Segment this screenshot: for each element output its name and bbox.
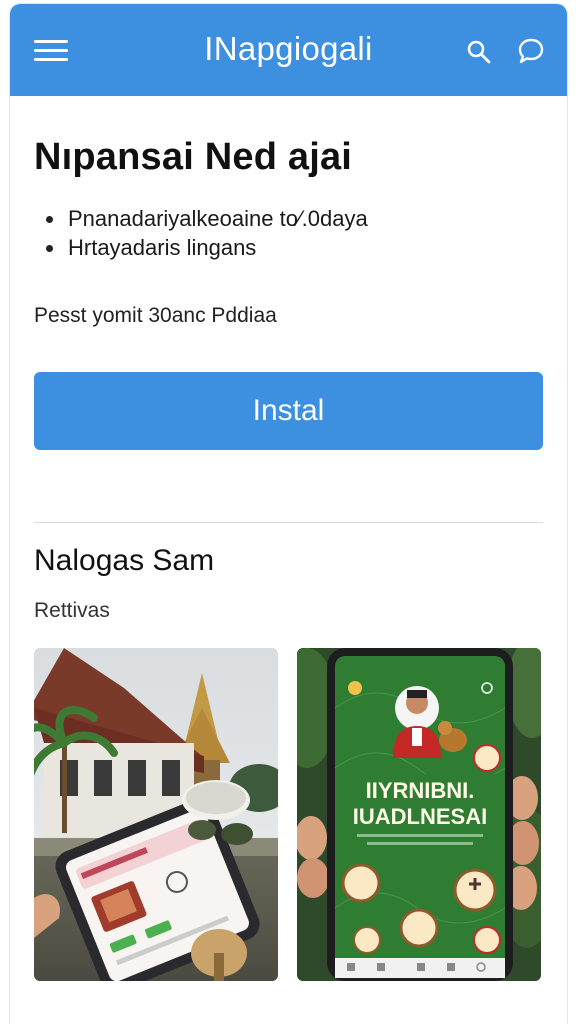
section-subtitle: Rettivas xyxy=(34,599,110,622)
app-phone-image: IIYRNIBNI. IUADLNESAI xyxy=(297,648,541,981)
phone-title-line2: IUADLNESAI xyxy=(353,804,487,829)
feature-item: Hrtayadaris lingans xyxy=(46,233,368,262)
phone-title-line1: IIYRNIBNI. xyxy=(366,778,475,803)
app-subline: Pesst yomit 30anc Pddiaa xyxy=(34,304,277,327)
screenshot-card-app[interactable]: IIYRNIBNI. IUADLNESAI xyxy=(297,648,541,981)
app-window: INapgiogali Nıpansai Ned ajai Pnanadariy… xyxy=(10,4,567,1024)
section-divider xyxy=(34,522,543,523)
search-icon[interactable] xyxy=(465,38,493,66)
install-button[interactable]: Instal xyxy=(34,372,543,450)
section-title: Nalogas Sam xyxy=(34,544,215,577)
temple-phone-image xyxy=(34,648,278,981)
page-headline: Nıpansai Ned ajai xyxy=(34,136,353,178)
feature-list: Pnanadariyalkeoaine to⁄.0daya Hrtayadari… xyxy=(46,204,368,262)
feature-item: Pnanadariyalkeoaine to⁄.0daya xyxy=(46,204,368,233)
app-bar: INapgiogali xyxy=(10,4,567,96)
chat-bubble-icon[interactable] xyxy=(516,36,546,66)
screenshot-card-temple[interactable] xyxy=(34,648,278,981)
